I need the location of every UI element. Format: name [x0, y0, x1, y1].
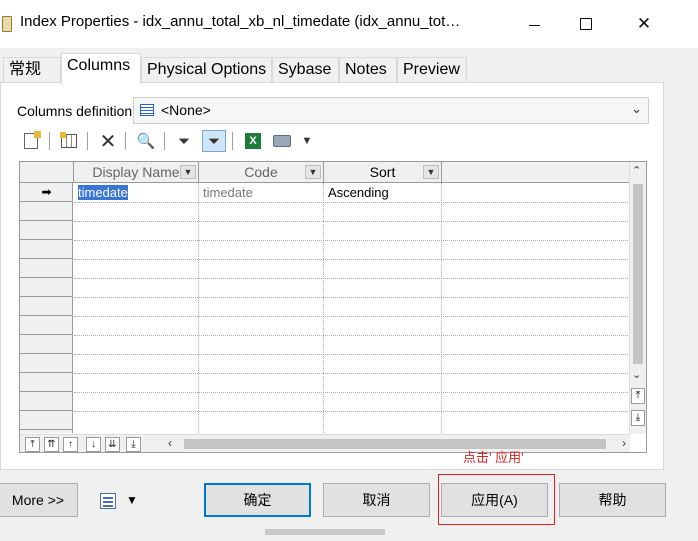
- print-icon[interactable]: [270, 130, 294, 152]
- row-selector[interactable]: [20, 240, 73, 259]
- columns-definition-value: <None>: [161, 102, 211, 118]
- table-cell-code[interactable]: timedate: [199, 184, 323, 201]
- header-display-name[interactable]: Display Name ▼: [74, 162, 199, 182]
- row-selector[interactable]: [20, 297, 73, 316]
- table-cell-sort[interactable]: Ascending: [324, 184, 441, 201]
- minimize-icon: [528, 24, 540, 26]
- ok-button[interactable]: 确定: [204, 483, 311, 517]
- find-icon[interactable]: 🔍: [134, 130, 158, 152]
- toolbar-separator: [87, 132, 88, 150]
- scroll-thumb[interactable]: [633, 184, 643, 364]
- header-display-name-label: Display Name: [92, 164, 180, 180]
- tab-sybase[interactable]: Sybase: [272, 57, 339, 83]
- columns-grid: Display Name ▼ Code ▼ Sort ▼ ➡ timedate …: [19, 161, 647, 453]
- selected-cell-text: timedate: [78, 185, 128, 200]
- header-code[interactable]: Code ▼: [199, 162, 324, 182]
- grid-footer-bar: ⤒ ⇈ ↑ ↓ ⇊ ⤓ ‹ ›: [20, 434, 630, 452]
- excel-icon[interactable]: X: [241, 130, 265, 152]
- move-to-bottom-icon[interactable]: ⤓: [126, 437, 141, 452]
- dropdown-arrow-icon[interactable]: ▼: [126, 493, 138, 507]
- row-selector[interactable]: [20, 278, 73, 297]
- row-selector[interactable]: [20, 373, 73, 392]
- maximize-button[interactable]: [558, 0, 614, 48]
- vertical-scrollbar[interactable]: ⌃ ⌄ ⤒ ⤓: [629, 162, 646, 434]
- chevron-down-icon[interactable]: ▼: [423, 165, 439, 179]
- row-selector[interactable]: ➡: [20, 183, 73, 202]
- toolbar-separator: [125, 132, 126, 150]
- dialog-body: 常规 Columns Physical Options Sybase Notes…: [0, 48, 698, 541]
- grid-header: Display Name ▼ Code ▼ Sort ▼: [20, 162, 630, 183]
- row-selector[interactable]: [20, 259, 73, 278]
- filter-active-icon[interactable]: ⏷: [202, 130, 226, 152]
- columns-panel: Columns definition: <None> ⌄ ✕ 🔍 ⏷ ⏷ X ▼: [0, 82, 664, 470]
- header-sort[interactable]: Sort ▼: [324, 162, 442, 182]
- header-code-label: Code: [244, 164, 278, 180]
- close-button[interactable]: ✕: [616, 0, 672, 48]
- chevron-down-icon[interactable]: ▼: [180, 165, 196, 179]
- horizontal-scroll-thumb[interactable]: [184, 439, 606, 449]
- dropdown-arrow-icon[interactable]: ▼: [295, 130, 319, 152]
- row-selector[interactable]: [20, 335, 73, 354]
- annotation-text: 点击' 应用': [463, 450, 524, 465]
- columns-definition-label: Columns definition:: [17, 103, 137, 119]
- table-cell-display-name[interactable]: timedate: [74, 184, 198, 201]
- list-icon: [140, 104, 154, 116]
- grid-body: timedate timedate Ascending: [74, 183, 630, 433]
- move-down-icon[interactable]: ↓: [86, 437, 101, 452]
- scroll-right-icon[interactable]: ›: [622, 436, 626, 450]
- maximize-icon: [580, 18, 592, 30]
- window-title: Index Properties - idx_annu_total_xb_nl_…: [20, 13, 461, 30]
- options-icon[interactable]: [100, 493, 118, 509]
- title-bar: Index Properties - idx_annu_total_xb_nl_…: [0, 0, 698, 48]
- cancel-button[interactable]: 取消: [323, 483, 430, 517]
- move-page-down-icon[interactable]: ⇊: [105, 437, 120, 452]
- tab-columns[interactable]: Columns: [61, 53, 141, 84]
- toolbar-separator: [49, 132, 50, 150]
- chevron-down-icon: ⌄: [631, 101, 642, 116]
- more-button[interactable]: More >>: [0, 483, 78, 517]
- toolbar-separator: [232, 132, 233, 150]
- filter-icon[interactable]: ⏷: [172, 130, 196, 152]
- tab-strip: 常规 Columns Physical Options Sybase Notes…: [0, 53, 698, 84]
- tab-notes[interactable]: Notes: [339, 57, 397, 83]
- resize-grip: [265, 529, 385, 535]
- scroll-up-icon[interactable]: ⌃: [632, 164, 641, 177]
- grid-toolbar: ✕ 🔍 ⏷ ⏷ X ▼: [19, 129, 639, 155]
- move-to-top-icon[interactable]: ⤒: [25, 437, 40, 452]
- toolbar-separator: [164, 132, 165, 150]
- close-icon: ✕: [636, 14, 652, 33]
- move-page-up-icon[interactable]: ⇈: [44, 437, 59, 452]
- scroll-left-icon[interactable]: ‹: [168, 436, 172, 450]
- header-sort-label: Sort: [369, 164, 396, 180]
- row-selector[interactable]: [20, 411, 73, 430]
- scroll-to-top-icon[interactable]: ⤒: [631, 388, 645, 404]
- row-selector-column: ➡: [20, 183, 73, 433]
- tab-general[interactable]: 常规: [3, 57, 61, 83]
- tab-preview[interactable]: Preview: [397, 57, 467, 83]
- columns-definition-select[interactable]: <None> ⌄: [133, 97, 649, 124]
- delete-icon[interactable]: ✕: [96, 130, 120, 153]
- row-selector[interactable]: [20, 392, 73, 411]
- properties-icon[interactable]: [19, 130, 43, 152]
- minimize-button[interactable]: [506, 0, 562, 48]
- scroll-to-bottom-icon[interactable]: ⤓: [631, 410, 645, 426]
- scroll-down-icon[interactable]: ⌄: [632, 368, 641, 381]
- chevron-down-icon[interactable]: ▼: [305, 165, 321, 179]
- row-selector[interactable]: [20, 221, 73, 240]
- add-columns-icon[interactable]: [57, 130, 81, 152]
- move-up-icon[interactable]: ↑: [63, 437, 78, 452]
- row-selector[interactable]: [20, 202, 73, 221]
- row-selector[interactable]: [20, 316, 73, 335]
- tab-physical-options[interactable]: Physical Options: [141, 57, 272, 83]
- app-icon: [2, 16, 12, 32]
- row-header-corner: [20, 162, 74, 182]
- apply-button[interactable]: 应用(A): [441, 483, 548, 517]
- help-button[interactable]: 帮助: [559, 483, 666, 517]
- row-selector[interactable]: [20, 354, 73, 373]
